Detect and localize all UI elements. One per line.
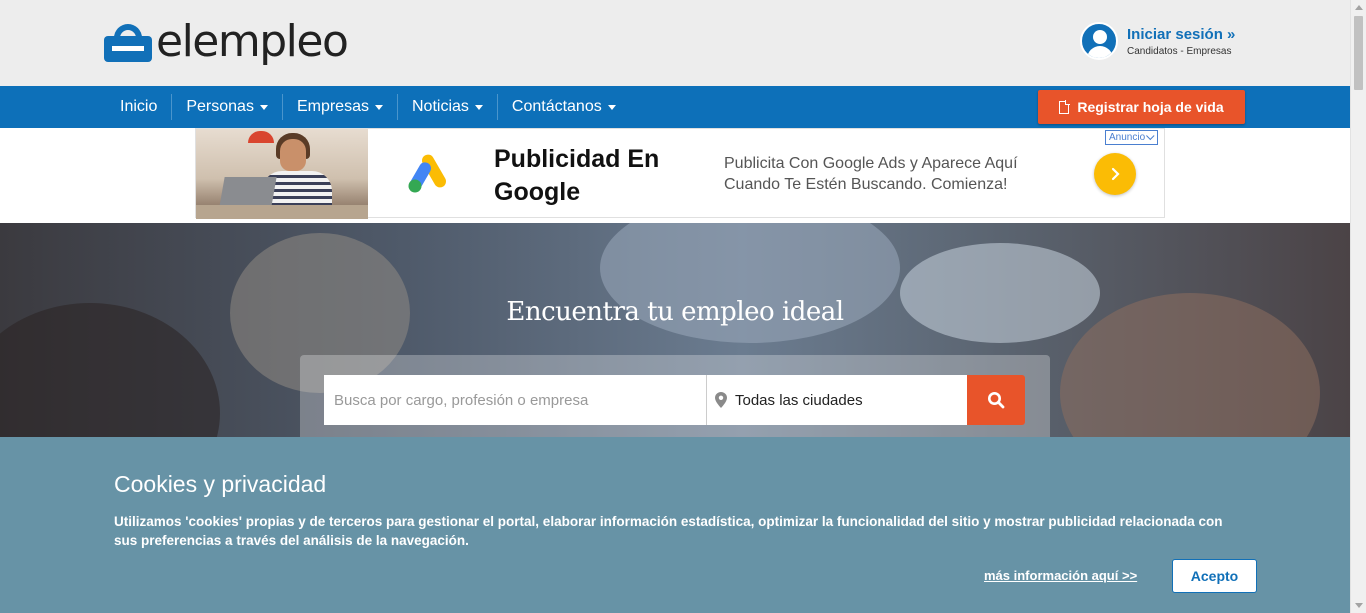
nav-item-personas[interactable]: Personas <box>172 94 283 120</box>
ad-title[interactable]: Publicidad En Google <box>494 143 684 209</box>
ad-badge-label: Anuncio <box>1109 132 1146 143</box>
cookie-banner: Cookies y privacidad Utilizamos 'cookies… <box>0 437 1350 613</box>
nav-item-label: Empresas <box>296 98 369 115</box>
city-value: Todas las ciudades <box>735 391 863 409</box>
scroll-up-icon[interactable] <box>1355 5 1363 10</box>
ad-area: Publicidad En Google Publicita Con Googl… <box>0 128 1350 223</box>
hero-title: Encuentra tu empleo ideal <box>506 297 844 327</box>
elempleo-logo[interactable]: elempleo <box>104 16 349 68</box>
ad-badge[interactable]: Anuncio <box>1105 130 1159 145</box>
google-ad-banner[interactable]: Publicidad En Google Publicita Con Googl… <box>195 128 1165 219</box>
chevron-down-icon <box>1146 131 1155 140</box>
hero-section: Encuentra tu empleo ideal Todas las ciud… <box>0 223 1350 437</box>
location-pin-icon <box>715 392 727 408</box>
login-area[interactable]: Iniciar sesión » Candidatos - Empresas <box>1080 22 1235 60</box>
register-cv-button[interactable]: Registrar hoja de vida <box>1038 90 1245 124</box>
nav-item-label: Personas <box>186 98 254 115</box>
job-search-box: Todas las ciudades <box>300 355 1050 437</box>
job-search-input[interactable] <box>324 375 706 425</box>
scroll-down-icon[interactable] <box>1355 603 1363 608</box>
caret-down-icon <box>607 104 616 110</box>
scroll-thumb[interactable] <box>1354 16 1363 90</box>
nav-item-noticias[interactable]: Noticias <box>398 94 498 120</box>
nav-item-label: Noticias <box>411 98 469 115</box>
login-subtitle: Candidatos - Empresas <box>1127 45 1232 57</box>
logo-text: elempleo <box>156 16 349 67</box>
login-link[interactable]: Iniciar sesión » <box>1127 26 1235 43</box>
caret-down-icon <box>259 104 268 110</box>
page-scrollbar[interactable] <box>1350 0 1366 613</box>
ad-description: Publicita Con Google Ads y Aparece Aquí … <box>724 155 1018 193</box>
nav-item-empresas[interactable]: Empresas <box>283 94 398 120</box>
site-header: elempleo Iniciar sesión » Candidatos - E… <box>0 0 1350 86</box>
accept-cookies-button[interactable]: Acepto <box>1172 559 1257 593</box>
search-button[interactable] <box>967 375 1025 425</box>
document-icon <box>1059 99 1071 114</box>
nav-item-inicio[interactable]: Inicio <box>106 94 173 120</box>
google-ads-logo-icon <box>408 154 446 193</box>
user-avatar-icon[interactable] <box>1080 22 1118 60</box>
briefcase-icon <box>104 22 152 62</box>
nav-item-label: Inicio <box>120 98 158 115</box>
register-cv-label: Registrar hoja de vida <box>1077 99 1224 115</box>
city-select[interactable]: Todas las ciudades <box>706 375 967 425</box>
ad-photo <box>196 129 368 219</box>
chevron-right-icon <box>1111 167 1120 181</box>
nav-item-label: Contáctanos <box>511 98 602 115</box>
more-info-link[interactable]: más información aquí >> <box>984 568 1137 583</box>
search-icon <box>988 392 1005 409</box>
ad-arrow-button[interactable] <box>1094 153 1136 195</box>
cookie-title: Cookies y privacidad <box>114 471 327 497</box>
caret-down-icon <box>374 104 383 110</box>
caret-down-icon <box>474 104 483 110</box>
nav-item-contactanos[interactable]: Contáctanos <box>498 94 630 120</box>
cookie-text: Utilizamos 'cookies' propias y de tercer… <box>114 514 1223 548</box>
main-nav: Inicio Personas Empresas Noticias Contác… <box>0 86 1350 128</box>
